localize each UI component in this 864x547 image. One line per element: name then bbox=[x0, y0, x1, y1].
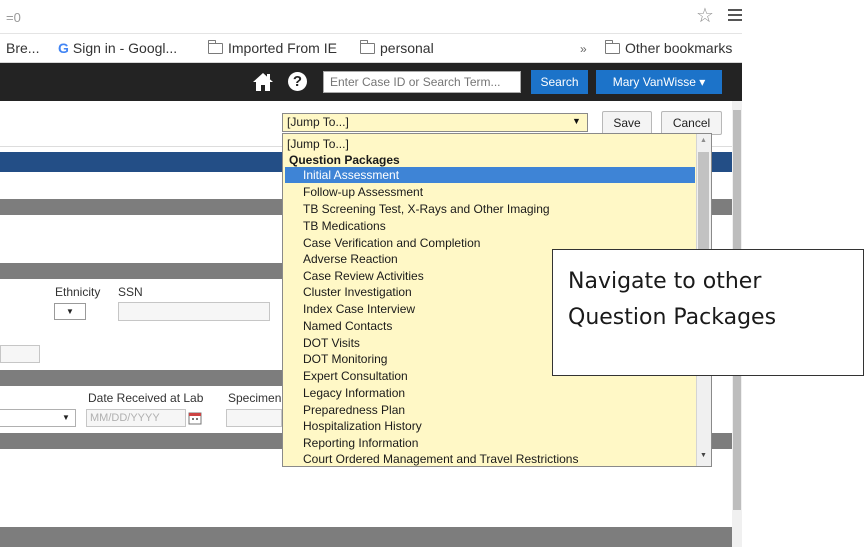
bookmark-item[interactable]: Bre... bbox=[6, 40, 39, 56]
calendar-icon[interactable] bbox=[188, 411, 202, 425]
home-icon[interactable] bbox=[252, 72, 274, 92]
google-icon: G bbox=[58, 40, 69, 56]
chevron-down-icon: ▼ bbox=[62, 413, 70, 422]
dropdown-option[interactable]: Preparedness Plan bbox=[303, 402, 405, 418]
bookmark-label: Imported From IE bbox=[228, 40, 337, 56]
annotation-line: Navigate to other bbox=[568, 269, 762, 294]
specimen-label: Specimen bbox=[228, 391, 282, 405]
folder-icon bbox=[359, 40, 375, 54]
chevron-down-icon[interactable]: ▼ bbox=[572, 116, 581, 126]
date-placeholder: MM/DD/YYYY bbox=[90, 412, 160, 424]
dropdown-group-header: Question Packages bbox=[289, 153, 400, 167]
dropdown-option[interactable]: Expert Consultation bbox=[303, 368, 408, 384]
dropdown-option[interactable]: Court Ordered Management and Travel Rest… bbox=[303, 451, 578, 466]
ethnicity-select[interactable]: ▼ bbox=[54, 303, 86, 320]
dropdown-option[interactable]: Reporting Information bbox=[303, 435, 418, 451]
dropdown-option[interactable]: Hospitalization History bbox=[303, 418, 422, 434]
dropdown-option-selected[interactable]: Initial Assessment bbox=[285, 167, 695, 183]
dropdown-option[interactable]: [Jump To...] bbox=[287, 136, 697, 152]
bookmark-label: personal bbox=[380, 40, 434, 56]
jump-to-select[interactable]: [Jump To...] bbox=[282, 113, 588, 132]
dropdown-option[interactable]: DOT Monitoring bbox=[303, 351, 387, 367]
bookmark-folder-imported[interactable]: Imported From IE bbox=[207, 40, 337, 56]
dropdown-option[interactable]: Legacy Information bbox=[303, 385, 405, 401]
dropdown-option[interactable]: TB Screening Test, X-Rays and Other Imag… bbox=[303, 201, 550, 217]
date-received-input[interactable]: MM/DD/YYYY bbox=[86, 409, 186, 427]
annotation-line: Question Packages bbox=[568, 305, 777, 330]
bookmarks-overflow-chevron[interactable]: » bbox=[580, 42, 587, 56]
dropdown-option[interactable]: Adverse Reaction bbox=[303, 251, 398, 267]
scroll-down-icon[interactable]: ▼ bbox=[700, 452, 707, 459]
ssn-label: SSN bbox=[118, 285, 143, 299]
folder-icon bbox=[604, 40, 620, 54]
dropdown-option[interactable]: Case Review Activities bbox=[303, 268, 424, 284]
specimen-input[interactable] bbox=[226, 409, 282, 427]
user-menu-button[interactable]: Mary VanWisse ▾ bbox=[596, 70, 722, 94]
bookmark-folder-other[interactable]: Other bookmarks bbox=[604, 40, 733, 56]
bookmark-label: Other bookmarks bbox=[625, 40, 733, 56]
text-input[interactable] bbox=[0, 345, 40, 363]
ethnicity-label: Ethnicity bbox=[55, 285, 101, 299]
bookmark-folder-personal[interactable]: personal bbox=[359, 40, 434, 56]
dropdown-option[interactable]: Named Contacts bbox=[303, 318, 392, 334]
bookmark-google-signin[interactable]: G Sign in - Googl... bbox=[58, 40, 177, 56]
section-divider bbox=[0, 527, 732, 547]
dropdown-option[interactable]: TB Medications bbox=[303, 218, 386, 234]
save-button[interactable]: Save bbox=[602, 111, 652, 135]
folder-icon bbox=[207, 40, 223, 54]
dropdown-scrollbar-thumb[interactable] bbox=[698, 152, 709, 250]
address-bar[interactable]: =0 bbox=[0, 0, 742, 34]
lab-select[interactable]: ▼ bbox=[0, 409, 76, 427]
dropdown-option[interactable]: Case Verification and Completion bbox=[303, 235, 480, 251]
bookmark-star-icon[interactable]: ☆ bbox=[696, 6, 714, 26]
search-button[interactable]: Search bbox=[531, 70, 588, 94]
help-icon[interactable]: ? bbox=[288, 72, 307, 91]
dropdown-option[interactable]: DOT Visits bbox=[303, 335, 360, 351]
dropdown-option[interactable]: Follow-up Assessment bbox=[303, 184, 423, 200]
address-text: =0 bbox=[6, 10, 21, 25]
browser-menu-icon[interactable] bbox=[728, 9, 742, 23]
cancel-button[interactable]: Cancel bbox=[661, 111, 722, 135]
ssn-input[interactable] bbox=[118, 302, 270, 321]
annotation-text: Navigate to other Question Packages bbox=[568, 264, 858, 336]
bookmark-label: Sign in - Googl... bbox=[72, 40, 178, 56]
date-received-label: Date Received at Lab bbox=[88, 391, 204, 405]
bookmarks-bar: Bre... G Sign in - Googl... Imported From… bbox=[0, 35, 742, 63]
bookmark-label: Bre... bbox=[6, 40, 40, 56]
search-input[interactable] bbox=[323, 71, 521, 93]
scroll-up-icon[interactable]: ▲ bbox=[700, 137, 707, 144]
dropdown-option[interactable]: Cluster Investigation bbox=[303, 284, 412, 300]
dropdown-option[interactable]: Index Case Interview bbox=[303, 301, 415, 317]
